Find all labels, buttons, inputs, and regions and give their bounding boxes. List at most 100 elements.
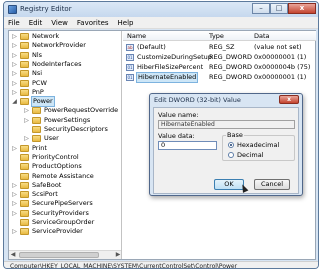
tree-item[interactable]: PriorityControl: [9, 153, 121, 162]
expander-arrow-icon[interactable]: ▷: [11, 228, 18, 235]
folder-icon: [20, 88, 29, 96]
dialog-close-button[interactable]: x: [279, 95, 299, 104]
expander-arrow-icon[interactable]: ▷: [11, 33, 18, 40]
window-controls: – □ x: [252, 3, 316, 15]
scroll-right-icon[interactable]: ▶: [114, 251, 121, 259]
expander-arrow-icon[interactable]: ▷: [11, 182, 18, 189]
value-row[interactable]: 01 HibernateEnabled REG_DWORD 0x00000001 (1…: [123, 72, 316, 83]
expander-arrow-icon[interactable]: ▷: [11, 191, 18, 198]
menu-file[interactable]: File: [8, 17, 20, 28]
value-type: REG_DWORD: [209, 73, 252, 81]
tree-item[interactable]: SecurityDescriptors: [9, 125, 121, 134]
base-group: Base Hexadecimal Decimal: [222, 131, 295, 161]
hexadecimal-radio[interactable]: [228, 142, 234, 148]
expander-arrow-icon[interactable]: ▷: [23, 135, 30, 142]
status-bar: Computer\HKEY_LOCAL_MACHINE\SYSTEM\Curre…: [4, 261, 318, 268]
minimize-button[interactable]: –: [252, 3, 270, 14]
binary-value-icon: 01: [126, 54, 134, 61]
expander-arrow-icon[interactable]: ▷: [23, 117, 30, 124]
value-type: REG_DWORD: [209, 63, 252, 71]
expander-arrow-icon[interactable]: ▷: [11, 70, 18, 77]
column-name-header[interactable]: Name: [127, 32, 146, 40]
tree-item-label: Network: [32, 32, 60, 40]
tree-item[interactable]: Remote Assistance: [9, 171, 121, 181]
tree-horizontal-scrollbar[interactable]: ◀ ▶: [9, 250, 121, 259]
tree-item-label: NodeInterfaces: [32, 59, 82, 68]
tree-item[interactable]: ▷ Nsi: [9, 69, 121, 78]
value-data: (value not set): [254, 43, 302, 51]
menu-help[interactable]: Help: [118, 17, 134, 28]
cancel-button[interactable]: Cancel: [254, 179, 290, 190]
tree-item[interactable]: ▷ NodeInterfaces: [9, 59, 121, 69]
decimal-radio[interactable]: [228, 152, 234, 158]
tree-item-label: Nls: [32, 50, 43, 59]
tree-item[interactable]: ▷ User: [9, 134, 121, 143]
value-row[interactable]: 01 CustomizeDuringSetup REG_DWORD 0x0000000…: [123, 53, 316, 62]
expander-arrow-icon[interactable]: ▷: [11, 210, 18, 217]
tree-item[interactable]: ▷ Print: [9, 144, 121, 153]
tree-item[interactable]: ▷ PnP: [9, 88, 121, 97]
tree-item[interactable]: ▷ Nls: [9, 50, 121, 60]
folder-icon: [32, 126, 41, 133]
tree-item[interactable]: ▷ PowerRequestOverride: [9, 106, 121, 115]
edit-dword-dialog: Edit DWORD (32-bit) Value x Value name: …: [149, 93, 303, 196]
expander-arrow-icon[interactable]: ▷: [11, 52, 18, 59]
binary-value-icon: 01: [126, 64, 134, 71]
tree-item[interactable]: ▷ ScsiPort: [9, 190, 121, 199]
scroll-left-icon[interactable]: ◀: [9, 251, 17, 259]
hexadecimal-radio-row[interactable]: Hexadecimal: [228, 141, 288, 149]
menu-bar: File Edit View Favorites Help: [4, 17, 318, 29]
scroll-thumb[interactable]: [19, 252, 99, 258]
hexadecimal-label[interactable]: Hexadecimal: [237, 141, 279, 149]
expander-arrow-icon[interactable]: ▷: [11, 80, 18, 87]
tree-item[interactable]: ▷ SecurePipeServers: [9, 199, 121, 208]
tree-item-label: User: [44, 134, 59, 143]
dialog-title: Edit DWORD (32-bit) Value: [154, 96, 241, 104]
tree-item[interactable]: ◢ Power: [9, 96, 121, 108]
expander-arrow-icon[interactable]: ▷: [11, 61, 18, 68]
folder-icon: [20, 191, 29, 199]
tree-item-label: ProductOptions: [32, 162, 82, 171]
tree-item-label: Power: [31, 96, 55, 108]
expander-arrow-icon[interactable]: ▷: [11, 42, 18, 49]
decimal-radio-row[interactable]: Decimal: [228, 151, 288, 159]
tree-item-label: SecurePipeServers: [32, 199, 93, 208]
tree-item[interactable]: ServiceGroupOrder: [9, 218, 121, 227]
column-data-header[interactable]: Data: [254, 32, 270, 40]
tree-item-label: SecurityProviders: [32, 208, 89, 217]
close-button[interactable]: x: [288, 3, 316, 14]
value-data-input[interactable]: 0: [158, 141, 217, 150]
expander-arrow-icon[interactable]: ▷: [23, 107, 30, 114]
value-name: (Default): [137, 43, 166, 51]
value-name: HiberFileSizePercent: [137, 63, 204, 71]
tree-item[interactable]: ▷ Network: [9, 32, 121, 41]
decimal-label[interactable]: Decimal: [237, 151, 264, 159]
tree-item[interactable]: ▷ PowerSettings: [9, 116, 121, 125]
tree-item-label: Nsi: [32, 69, 43, 78]
folder-icon: [20, 228, 29, 236]
tree-item[interactable]: ▷ SecurityProviders: [9, 208, 121, 218]
value-row[interactable]: 01 HiberFileSizePercent REG_DWORD 0x0000004…: [123, 63, 316, 72]
tree-item[interactable]: ▷ ServiceProvider: [9, 227, 121, 236]
tree-item-label: Remote Assistance: [32, 171, 94, 180]
column-type-header[interactable]: Type: [209, 32, 224, 40]
tree-item[interactable]: ▷ NetworkProvider: [9, 41, 121, 50]
expander-arrow-icon[interactable]: ▷: [11, 145, 18, 152]
title-bar[interactable]: Registry Editor – □ x: [4, 2, 318, 17]
tree-item-label: PCW: [32, 78, 47, 87]
tree-item-label: NetworkProvider: [32, 41, 86, 50]
menu-edit[interactable]: Edit: [29, 17, 43, 28]
menu-favorites[interactable]: Favorites: [77, 17, 109, 28]
folder-icon: [20, 98, 29, 106]
tree-item[interactable]: ▷ SafeBoot: [9, 181, 121, 190]
tree-item[interactable]: ProductOptions: [9, 162, 121, 171]
maximize-button[interactable]: □: [270, 3, 288, 14]
tree-item[interactable]: ▷ PCW: [9, 78, 121, 88]
expander-arrow-icon[interactable]: ◢: [11, 98, 18, 105]
tree-item-label: PowerRequestOverride: [44, 106, 119, 115]
expander-arrow-icon[interactable]: ▷: [11, 89, 18, 96]
value-row[interactable]: ab (Default) REG_SZ (value not set): [123, 43, 316, 52]
value-data-label: Value data:: [158, 132, 195, 140]
expander-arrow-icon[interactable]: ▷: [11, 200, 18, 207]
menu-view[interactable]: View: [51, 17, 68, 28]
